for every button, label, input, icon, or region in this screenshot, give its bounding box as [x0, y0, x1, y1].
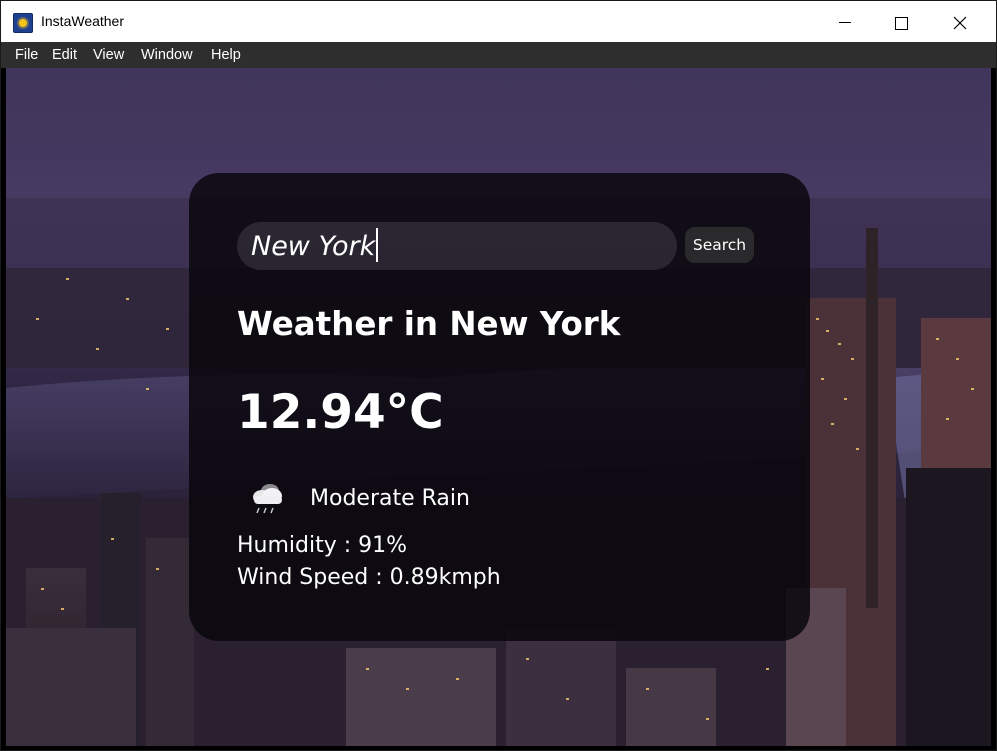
search-input-value: New York	[251, 231, 376, 262]
app-logo-icon	[13, 13, 33, 33]
weather-condition: Moderate Rain	[310, 486, 470, 511]
humidity-text: Humidity : 91%	[237, 533, 408, 558]
app-window: InstaWeather File Edit View Window Help	[0, 0, 997, 751]
temperature-value: 12.94°C	[237, 385, 444, 440]
menu-edit[interactable]: Edit	[52, 42, 77, 68]
menu-window[interactable]: Window	[141, 42, 193, 68]
maximize-icon	[895, 17, 908, 30]
close-button[interactable]	[932, 1, 990, 42]
text-caret	[376, 228, 379, 262]
menu-view[interactable]: View	[93, 42, 124, 68]
minimize-button[interactable]	[816, 1, 874, 42]
close-icon	[953, 16, 967, 30]
search-button[interactable]: Search	[685, 227, 754, 263]
weather-heading: Weather in New York	[237, 305, 621, 343]
maximize-button[interactable]	[874, 1, 932, 42]
menu-help[interactable]: Help	[211, 42, 241, 68]
menu-file[interactable]: File	[15, 42, 38, 68]
window-title: InstaWeather	[41, 13, 125, 29]
wind-speed-text: Wind Speed : 0.89kmph	[237, 565, 501, 590]
title-bar[interactable]: InstaWeather	[1, 1, 996, 42]
minimize-icon	[839, 22, 851, 23]
menu-bar: File Edit View Window Help	[1, 42, 996, 68]
rain-cloud-icon	[253, 484, 282, 514]
search-input[interactable]: New York	[237, 222, 677, 270]
weather-card: New York Search Weather in New York 12.9…	[189, 173, 810, 641]
